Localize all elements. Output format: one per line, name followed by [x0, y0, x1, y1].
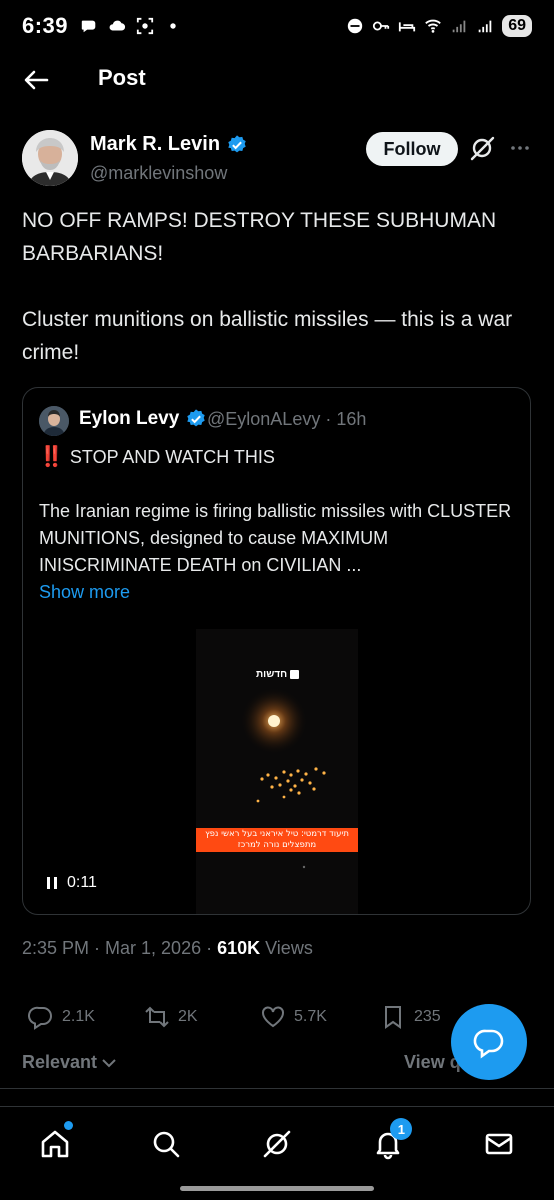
cloud-icon	[109, 20, 126, 31]
page-title: Post	[98, 65, 146, 90]
signal-icon-2	[478, 20, 492, 33]
verified-badge-icon	[228, 134, 246, 152]
chevron-down-icon	[102, 1059, 116, 1068]
quote-author-name[interactable]: Eylon Levy	[79, 408, 207, 430]
gesture-bar[interactable]	[180, 1186, 374, 1191]
search-icon	[153, 1131, 180, 1158]
battery-indicator: 69	[502, 15, 532, 37]
quote-author-avatar[interactable]	[39, 406, 69, 436]
bookmark-button[interactable]: 235	[380, 1004, 441, 1030]
screenshot-icon	[136, 17, 154, 35]
more-options-icon[interactable]	[508, 136, 532, 160]
like-button[interactable]: 5.7K	[260, 1004, 327, 1030]
author-avatar[interactable]	[22, 130, 78, 186]
pause-icon[interactable]	[45, 875, 59, 891]
home-unread-dot	[64, 1121, 73, 1130]
reply-count: 2.1K	[62, 1008, 95, 1025]
author-name[interactable]: Mark R. Levin	[90, 133, 248, 156]
home-icon	[42, 1130, 69, 1158]
double-exclamation-icon: ‼️	[39, 446, 64, 468]
repost-button[interactable]: 2K	[144, 1004, 198, 1030]
quote-author-handle: @EylonALevy · 16h	[207, 409, 367, 429]
chat-notification-icon	[81, 20, 96, 33]
replies-sort-label: Relevant	[22, 1052, 98, 1072]
follow-button[interactable]: Follow	[366, 132, 458, 166]
video-time: 0:11	[67, 874, 97, 891]
post-meta: 2:35 PM · Mar 1, 2026 · 610K Views	[22, 938, 313, 959]
reply-compose-fab[interactable]	[451, 1004, 527, 1080]
quote-headline: ‼️ STOP AND WATCH THIS	[39, 444, 519, 471]
views-count: 610K	[217, 938, 261, 958]
mail-icon	[485, 1133, 512, 1155]
bed-icon	[399, 22, 416, 32]
post-paragraph: NO OFF RAMPS! DESTROY THESE SUBHUMAN BAR…	[22, 209, 497, 265]
status-time: 6:39	[22, 13, 69, 38]
author-handle[interactable]: @marklevinshow	[90, 163, 227, 184]
dnd-icon	[348, 18, 363, 34]
nav-messages[interactable]	[443, 1107, 554, 1181]
quoted-post[interactable]: Eylon Levy @EylonALevy · 16h ‼️ STOP AND…	[22, 387, 531, 915]
quote-body: The Iranian regime is firing ballistic m…	[39, 501, 512, 575]
channel-logo-text: חדשות	[256, 669, 288, 680]
notifications-badge: 1	[390, 1118, 413, 1140]
post-author: Mark R. Levin @marklevinshow Follow	[22, 130, 532, 190]
bookmark-count: 235	[414, 1008, 441, 1025]
repost-icon	[145, 1006, 169, 1028]
nav-grok[interactable]	[222, 1107, 333, 1181]
compose-reply-icon	[473, 1029, 504, 1059]
status-bar: 6:39 69	[0, 0, 554, 52]
key-icon	[373, 21, 390, 31]
show-more-link[interactable]: Show more	[39, 579, 519, 606]
grok-icon	[263, 1130, 291, 1158]
quote-author-name-text: Eylon Levy	[79, 408, 180, 429]
post-paragraph: Cluster munitions on ballistic missiles …	[22, 308, 513, 364]
back-arrow-icon[interactable]	[22, 66, 50, 94]
wifi-icon	[425, 19, 442, 33]
like-count: 5.7K	[294, 1008, 327, 1025]
views-label: Views	[260, 938, 313, 958]
heart-icon	[262, 1006, 284, 1028]
top-bar: Post	[0, 52, 554, 108]
repost-count: 2K	[178, 1008, 198, 1025]
view-quotes-link[interactable]: View q	[404, 1052, 461, 1073]
bookmark-icon	[385, 1006, 401, 1029]
author-name-text: Mark R. Levin	[90, 133, 221, 155]
quote-text: ‼️ STOP AND WATCH THIS The Iranian regim…	[39, 444, 519, 606]
post-text: NO OFF RAMPS! DESTROY THESE SUBHUMAN BAR…	[22, 204, 534, 402]
nav-notifications[interactable]: 1	[332, 1107, 443, 1181]
video-controls[interactable]: 0:11	[45, 874, 97, 892]
status-right-icons: 69	[346, 15, 532, 37]
nav-home[interactable]	[0, 1107, 111, 1181]
divider	[0, 1088, 554, 1089]
reply-button[interactable]: 2.1K	[28, 1004, 95, 1030]
replies-sort-dropdown[interactable]: Relevant	[22, 1052, 116, 1073]
video-player[interactable]: חדשות תיעוד דרמטי: טיל איראני בעל ראשי נ…	[196, 629, 358, 914]
reply-icon	[28, 1006, 52, 1030]
quote-headline-text: STOP AND WATCH THIS	[69, 447, 275, 467]
bottom-nav: 1	[0, 1107, 554, 1181]
signal-icon	[452, 20, 466, 33]
status-left-icons	[80, 17, 182, 35]
dot-icon	[170, 23, 176, 29]
nav-search[interactable]	[111, 1107, 222, 1181]
verified-badge-icon	[187, 409, 206, 427]
post-timestamp: 2:35 PM · Mar 1, 2026 ·	[22, 938, 218, 958]
video-caption: תיעוד דרמטי: טיל איראני בעל ראשי נפץ מתפ…	[196, 828, 358, 852]
grok-icon[interactable]	[468, 134, 496, 162]
channel-logo: חדשות	[256, 669, 300, 680]
channel-logo-mark	[290, 670, 300, 679]
